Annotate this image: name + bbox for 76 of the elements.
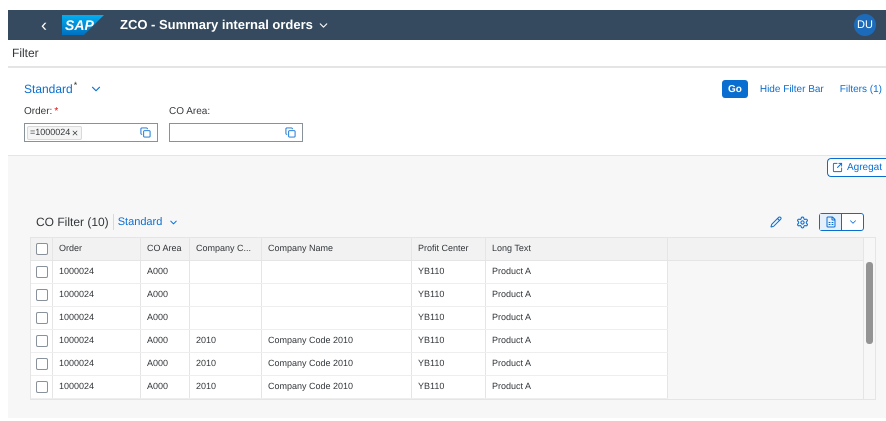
table-cell-text: YB110	[418, 265, 444, 278]
aggregate-button[interactable]: Agregat	[826, 158, 886, 177]
column-header[interactable]: Profit Center	[418, 242, 469, 256]
table-cell-text: 1000024	[59, 288, 94, 302]
table-cell-text: 1000024	[59, 311, 94, 324]
field-label: Order:	[24, 105, 52, 119]
table-cell-text: A000	[147, 311, 168, 324]
table-cell-text: 2010	[196, 334, 216, 348]
table-row[interactable]: 1000024 A000 2010 Company Code 2010 YB110 Product A	[31, 330, 668, 353]
required-mark: *	[54, 105, 58, 119]
token[interactable]: =1000024	[27, 126, 82, 140]
table-cell-text: Product A	[492, 380, 532, 394]
table-cell-text: YB110	[418, 380, 444, 394]
table-row[interactable]: 1000024 A000 YB110 Product A	[31, 307, 668, 330]
table-row[interactable]: 1000024 A000 YB110 Product A	[31, 261, 668, 284]
spreadsheet-icon	[824, 216, 836, 228]
column-header[interactable]: Company Name	[268, 242, 334, 256]
table-cell-text: 1000024	[59, 334, 94, 348]
table-cell-text: Product A	[492, 357, 532, 370]
checkbox[interactable]	[36, 266, 48, 278]
table-cell-text: Product A	[492, 265, 532, 278]
table-cell-text: YB110	[418, 334, 444, 348]
table-cell-text: Company Code 2010	[268, 380, 354, 394]
value-help-icon[interactable]	[285, 127, 296, 138]
column-header[interactable]: CO Area	[147, 242, 182, 256]
table-row[interactable]: 1000024 A000 2010 Company Code 2010 YB110 Product A	[31, 376, 668, 399]
table-cell-text: 1000024	[59, 380, 94, 394]
table-cell-text: A000	[147, 357, 168, 370]
value-help-icon[interactable]	[140, 127, 151, 138]
table-cell-text: YB110	[418, 357, 444, 370]
checkbox[interactable]	[36, 243, 48, 255]
back-button[interactable]: ‹	[38, 16, 50, 34]
column-header[interactable]: Company C...	[196, 242, 252, 256]
table-row[interactable]: 1000024 A000 2010 Company Code 2010 YB110 Product A	[31, 353, 668, 376]
table-cell-text: 1000024	[59, 265, 94, 278]
export-button[interactable]	[819, 213, 864, 231]
table-cell-text: 2010	[196, 357, 216, 370]
table-cell-text: YB110	[418, 288, 444, 302]
export-icon	[832, 162, 843, 173]
checkbox[interactable]	[36, 358, 48, 370]
table-cell-text: Company Code 2010	[268, 334, 354, 348]
table-cell-text: A000	[147, 380, 168, 394]
scrollbar-thumb[interactable]	[866, 262, 873, 344]
close-icon[interactable]	[71, 128, 80, 136]
hide-filter-bar-link[interactable]: Hide Filter Bar	[760, 82, 824, 96]
input-field[interactable]	[169, 123, 303, 142]
checkbox[interactable]	[36, 335, 48, 347]
filters-link[interactable]: Filters (1)	[840, 82, 882, 96]
table-cell-text: Product A	[492, 311, 532, 324]
field-label: CO Area:	[169, 105, 210, 119]
table-cell-text: A000	[147, 334, 168, 348]
input-field[interactable]: =1000024	[24, 123, 158, 142]
table-cell-text: Product A	[492, 334, 532, 348]
table-cell-text: A000	[147, 265, 168, 278]
settings-icon[interactable]	[796, 216, 809, 228]
edit-icon[interactable]	[770, 216, 782, 228]
table-cell-text: Company Code 2010	[268, 357, 354, 370]
logo: SAP	[62, 15, 104, 35]
checkbox[interactable]	[36, 381, 48, 393]
page-title: Filter	[12, 45, 39, 62]
column-header[interactable]: Order	[59, 242, 82, 256]
table-cell-text: Product A	[492, 288, 532, 302]
table-row[interactable]: 1000024 A000 YB110 Product A	[31, 284, 668, 307]
table-cell-text: YB110	[418, 311, 444, 324]
table-cell-text: 1000024	[59, 357, 94, 370]
go-button[interactable]: Go	[722, 80, 748, 98]
user-avatar[interactable]: DU	[854, 14, 876, 36]
checkbox[interactable]	[36, 312, 48, 324]
table-cell-text: A000	[147, 288, 168, 302]
app-title[interactable]: ZCO - Summary internal orders	[120, 15, 313, 35]
variant-selector[interactable]: Standard$^{*}$	[24, 80, 78, 98]
variant-selector[interactable]: Standard	[112, 214, 180, 230]
table-cell-text: 2010	[196, 380, 216, 394]
table-title: CO Filter (10)	[36, 214, 109, 231]
column-header[interactable]: Long Text	[492, 242, 531, 256]
checkbox[interactable]	[36, 289, 48, 301]
